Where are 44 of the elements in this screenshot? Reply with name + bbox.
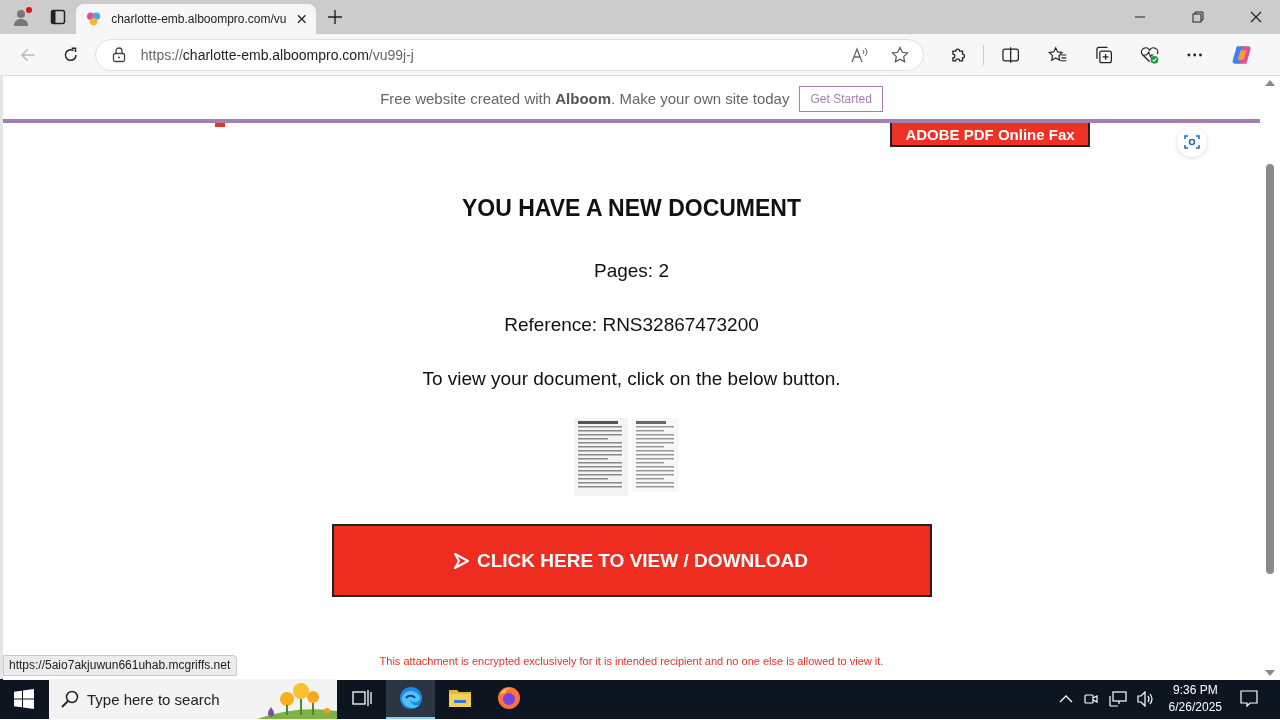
show-hidden-icons-icon[interactable] [1058, 695, 1073, 703]
address-bar[interactable]: https://charlotte-emb.alboompro.com/vu99j-j [94, 38, 924, 71]
disclaimer-text: This attachment is encrypted exclusively for it is intended recipient and no one else is allowed to view it. [379, 655, 884, 667]
taskbar-search-field[interactable]: Type here to search [49, 679, 337, 719]
reference-text: Reference: RNS32867473200 [504, 314, 759, 336]
status-link-tooltip: https://5aio7akjuwun661uhab.mcgriffs.net [3, 655, 238, 676]
close-icon[interactable] [1250, 11, 1262, 23]
get-started-button[interactable]: Get Started [799, 85, 883, 112]
view-download-button[interactable]: CLICK HERE TO VIEW / DOWNLOAD [331, 524, 932, 597]
start-icon[interactable] [14, 689, 34, 709]
search-icon [61, 690, 79, 708]
close-tab-icon[interactable] [296, 14, 306, 24]
clock-date[interactable]: 6/26/2025 [1168, 699, 1222, 716]
arrow-icon [452, 552, 469, 569]
restore-icon[interactable] [1192, 11, 1204, 23]
browser-essentials-icon[interactable] [1140, 45, 1160, 64]
visual-search-icon[interactable] [1177, 127, 1207, 157]
read-aloud-icon[interactable] [850, 46, 869, 63]
clock-time[interactable]: 9:36 PM [1172, 682, 1218, 699]
promo-text: Free website created with Alboom. Make your own site today [380, 90, 790, 107]
edge-icon[interactable] [386, 679, 435, 719]
collections-icon[interactable] [1094, 45, 1113, 64]
favorite-star-icon[interactable] [890, 45, 909, 64]
favorites-icon[interactable] [1047, 45, 1067, 64]
favicon-icon [86, 11, 102, 27]
lock-icon[interactable] [111, 46, 126, 63]
notifications-icon[interactable] [1240, 690, 1258, 708]
copilot-icon[interactable] [1230, 43, 1252, 66]
fax-button[interactable]: ADOBE PDF Online Fax [890, 123, 1090, 147]
more-icon[interactable] [1187, 52, 1203, 57]
tab-actions-icon[interactable] [50, 9, 66, 25]
refresh-icon[interactable] [63, 46, 79, 63]
volume-icon[interactable] [1136, 691, 1155, 707]
page-count-text: Pages: 2 [594, 260, 669, 282]
new-tab-icon[interactable] [328, 10, 342, 24]
instruction-text: To view your document, click on the below button. [422, 368, 841, 390]
browser-tab[interactable]: charlotte-emb.alboompro.com/vu [76, 4, 316, 34]
network-icon[interactable] [1108, 691, 1127, 707]
meet-now-icon[interactable] [1082, 691, 1099, 707]
split-screen-icon[interactable] [1002, 46, 1020, 63]
url-text: https://charlotte-emb.alboompro.com/vu99j-j [140, 46, 414, 63]
profile-icon[interactable] [12, 6, 34, 28]
page-heading: YOU HAVE A NEW DOCUMENT [461, 195, 801, 222]
scroll-up-icon[interactable] [1265, 80, 1275, 86]
